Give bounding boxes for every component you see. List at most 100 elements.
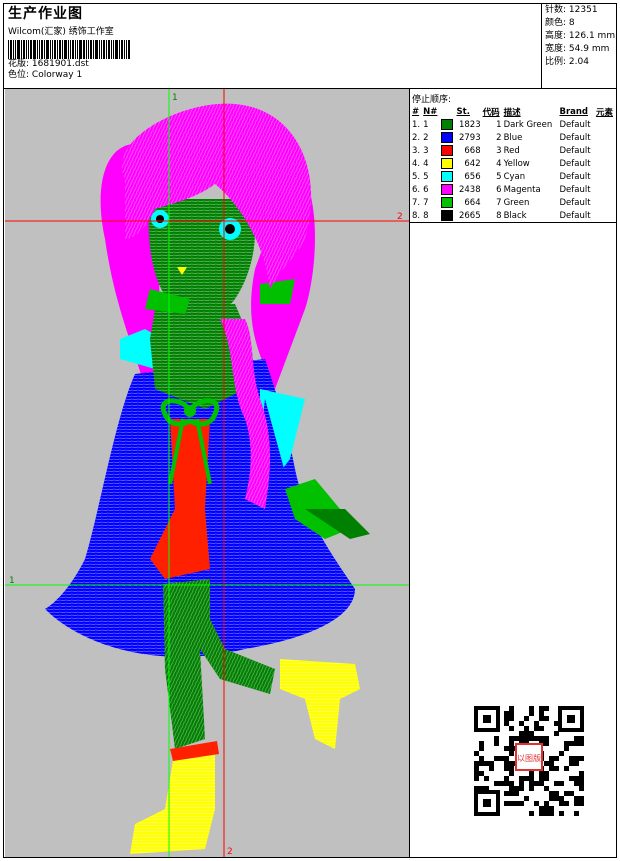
row-stitches: 664 <box>464 197 481 208</box>
row-number: 4 <box>423 158 429 169</box>
colorway-line: 色位: Colorway 1 <box>8 70 538 81</box>
row-index: 4. <box>412 158 421 169</box>
table-divider <box>410 222 616 223</box>
row-index: 7. <box>412 197 421 208</box>
company-name: Wilcom(汇家) 绣饰工作室 <box>8 27 114 37</box>
qr-code: 以图版 <box>474 706 584 816</box>
col-index: # <box>412 106 420 117</box>
row-index: 8. <box>412 210 421 221</box>
row-index: 6. <box>412 184 421 195</box>
colorway-name: Colorway 1 <box>31 70 83 80</box>
stat-colors: 颜色: 8 <box>545 18 575 28</box>
color-swatch <box>440 196 455 209</box>
color-row: 4. 4 642 4 Yellow Default <box>411 157 616 170</box>
row-brand: Default <box>559 145 591 156</box>
color-swatch <box>440 118 455 131</box>
barcode <box>8 40 143 59</box>
row-code: 8 <box>496 210 502 221</box>
row-number: 6 <box>423 184 429 195</box>
row-description: Green <box>503 197 530 208</box>
row-description: Red <box>503 145 520 156</box>
row-stitches: 2665 <box>458 210 481 221</box>
row-brand: Default <box>559 171 591 182</box>
row-code: 2 <box>496 132 502 143</box>
row-number: 3 <box>423 145 429 156</box>
color-row: 2. 2 2793 2 Blue Default <box>411 131 616 144</box>
color-row: 3. 3 668 3 Red Default <box>411 144 616 157</box>
design-stats: 针数: 12351 颜色: 8 高度: 126.1 mm 宽度: 54.9 mm… <box>541 4 618 88</box>
row-index: 1. <box>412 119 421 130</box>
color-table: # N# St. 代码 描述 Brand 元素 1. 1 1823 1 Dark Gre… <box>411 105 616 222</box>
row-brand: Default <box>559 197 591 208</box>
color-swatch <box>440 157 455 170</box>
color-swatch <box>440 170 455 183</box>
stat-width: 宽度: 54.9 mm <box>545 44 610 54</box>
row-code: 7 <box>496 197 502 208</box>
design-preview: 1 1 2 2 <box>5 89 410 857</box>
colorway-label: 色位: <box>8 70 30 80</box>
color-table-header: # N# St. 代码 描述 Brand 元素 <box>411 105 616 118</box>
sheet-title: 生产作业图 <box>8 6 83 22</box>
color-swatch <box>440 183 455 196</box>
row-index: 2. <box>412 132 421 143</box>
row-element <box>595 118 616 131</box>
row-stitches: 668 <box>464 145 481 156</box>
row-description: Yellow <box>503 158 530 169</box>
row-stitches: 2793 <box>458 132 481 143</box>
col-code: 代码 <box>482 107 500 118</box>
row-number: 8 <box>423 210 429 221</box>
row-code: 6 <box>496 184 502 195</box>
row-code: 3 <box>496 145 502 156</box>
col-brand: Brand <box>559 106 589 117</box>
row-element <box>595 157 616 170</box>
row-brand: Default <box>559 210 591 221</box>
stat-stitches: 针数: 12351 <box>545 5 598 15</box>
col-description: 描述 <box>503 107 521 118</box>
embroidery-image: 1 1 2 2 <box>5 89 409 857</box>
row-element <box>595 131 616 144</box>
row-description: Black <box>503 210 527 221</box>
row-code: 4 <box>496 158 502 169</box>
color-row: 8. 8 2665 8 Black Default <box>411 209 616 222</box>
row-description: Dark Green <box>503 119 553 130</box>
col-stitches: St. <box>456 106 470 117</box>
row-index: 3. <box>412 145 421 156</box>
file-label: 花版: <box>8 59 30 69</box>
row-description: Cyan <box>503 171 526 182</box>
row-element <box>595 209 616 222</box>
file-name: 1681901.dst <box>31 59 89 69</box>
stat-scale: 比例: 2.04 <box>545 57 589 67</box>
guide-label-left: 1 <box>9 576 15 586</box>
guide-label-right: 2 <box>397 212 403 222</box>
color-swatch <box>440 131 455 144</box>
row-number: 2 <box>423 132 429 143</box>
row-element <box>595 196 616 209</box>
qr-stamp-text: 以图版 <box>517 753 541 763</box>
color-row: 5. 5 656 5 Cyan Default <box>411 170 616 183</box>
col-element: 元素 <box>595 107 613 118</box>
row-description: Blue <box>503 132 523 143</box>
row-code: 5 <box>496 171 502 182</box>
row-brand: Default <box>559 132 591 143</box>
stat-height: 高度: 126.1 mm <box>545 31 616 41</box>
color-sequence-panel: 停止顺序: # N# St. 代码 描述 Brand 元素 1. 1 1823 1 Da… <box>410 89 616 857</box>
production-sheet: 生产作业图 Wilcom(汇家) 绣饰工作室 花版: 1681901.dst 色… <box>3 3 617 858</box>
color-row: 6. 6 2438 6 Magenta Default <box>411 183 616 196</box>
row-stitches: 1823 <box>458 119 481 130</box>
row-stitches: 642 <box>464 158 481 169</box>
stop-sequence-title: 停止顺序: <box>412 95 452 105</box>
color-row: 1. 1 1823 1 Dark Green Default <box>411 118 616 131</box>
row-brand: Default <box>559 158 591 169</box>
row-brand: Default <box>559 184 591 195</box>
file-line: 花版: 1681901.dst <box>8 59 538 70</box>
guide-label-bottom: 2 <box>227 847 233 857</box>
row-element <box>595 144 616 157</box>
row-element <box>595 170 616 183</box>
row-code: 1 <box>496 119 502 130</box>
color-swatch <box>440 209 455 222</box>
row-brand: Default <box>559 119 591 130</box>
row-number: 5 <box>423 171 429 182</box>
color-row: 7. 7 664 7 Green Default <box>411 196 616 209</box>
row-description: Magenta <box>503 184 541 195</box>
row-index: 5. <box>412 171 421 182</box>
